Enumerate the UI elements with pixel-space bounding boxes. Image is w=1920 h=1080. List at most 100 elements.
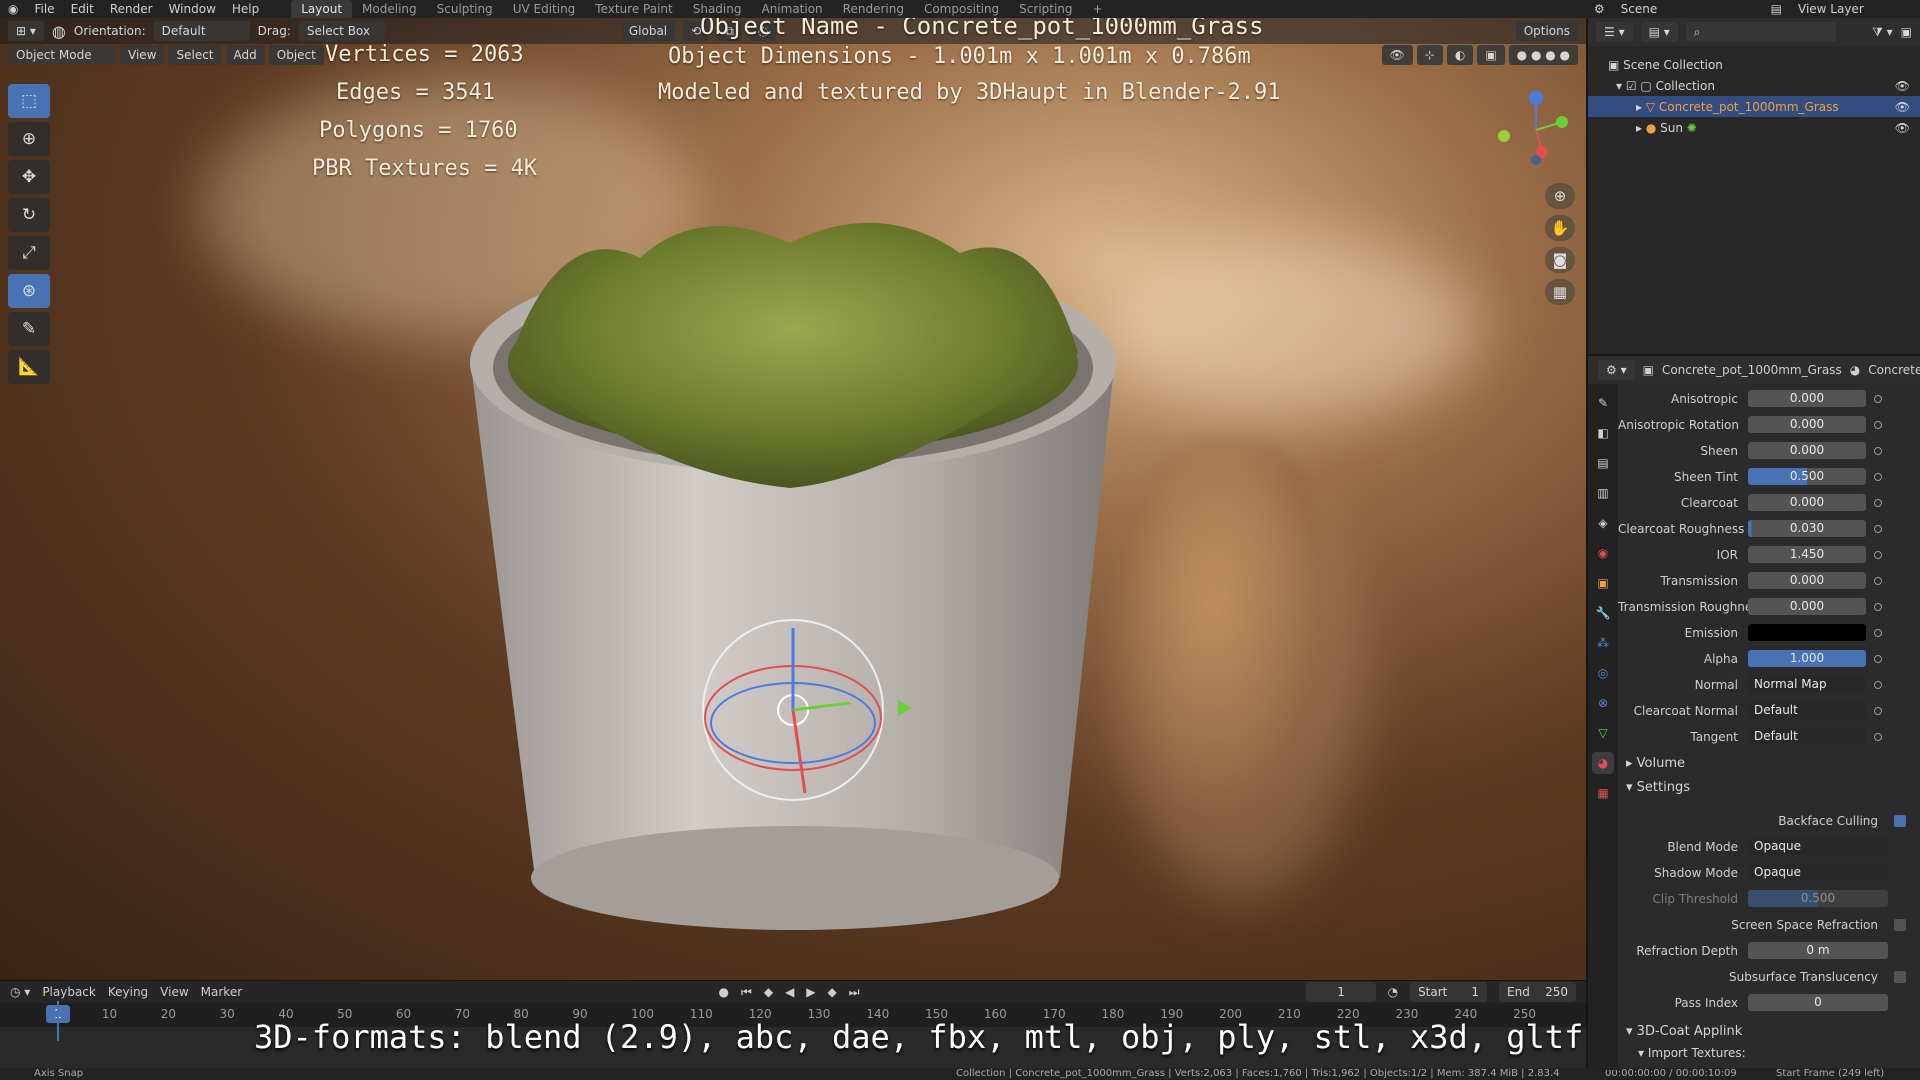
view-layer-tab-icon[interactable]: ▥ [1592,482,1614,504]
measure-icon[interactable]: 📐 [8,350,50,384]
jump-start-icon[interactable]: ⏮ [741,985,752,1000]
link-socket-icon[interactable] [1874,446,1882,455]
tab-rendering[interactable]: Rendering [833,0,914,18]
menu-add[interactable]: Add [225,45,265,65]
link-socket-icon[interactable] [1874,654,1882,663]
gizmo-toggle-icon[interactable]: ⊹ [1416,45,1443,65]
prev-key-icon[interactable]: ◆ [764,985,773,999]
outliner-search-icon[interactable]: ⌕ [1685,22,1836,42]
tab-modeling[interactable]: Modeling [352,0,427,18]
ssr-checkbox[interactable] [1894,918,1906,931]
camera-icon[interactable]: ◙ [1545,247,1575,273]
menu-view[interactable]: View [120,45,165,65]
prop-value[interactable]: 0.500 [1748,468,1866,485]
view-layer-name[interactable]: View Layer [1790,0,1920,18]
scene-tab-icon[interactable]: ◈ [1592,512,1614,534]
pan-hand-icon[interactable]: ✋ [1545,215,1575,241]
transform-space-dropdown[interactable]: Global [620,21,676,41]
expand-arrow-icon[interactable]: ▸ [1636,121,1646,135]
filter-icon[interactable]: ⧩ ▾ [1872,25,1893,40]
clip-threshold-field[interactable]: 0.500 [1748,890,1888,907]
link-socket-icon[interactable] [1874,394,1882,403]
link-socket-icon[interactable] [1874,732,1882,741]
view-layer-icon[interactable]: ▤ [1763,0,1790,18]
visibility-icon[interactable]: 👁 [1381,45,1413,65]
tab-layout[interactable]: Layout [291,0,353,18]
new-collection-icon[interactable]: ▣ [1901,25,1912,39]
prop-value[interactable]: Default [1748,702,1866,719]
backface-culling-checkbox[interactable] [1894,814,1906,827]
section-import-textures[interactable]: ▾ Import Textures: [1638,1046,1746,1060]
tab-texture-paint[interactable]: Texture Paint [585,0,682,18]
blender-logo-icon[interactable]: ◉ [0,0,26,18]
constraints-tab-icon[interactable]: ⊗ [1592,692,1614,714]
next-key-icon[interactable]: ◆ [828,985,837,999]
prop-value[interactable]: Normal Map [1748,676,1866,693]
start-frame-field[interactable]: Start 1 [1410,982,1488,1002]
particles-tab-icon[interactable]: ⁂ [1592,632,1614,654]
move-icon[interactable]: ✥ [8,160,50,194]
tab-shading[interactable]: Shading [683,0,752,18]
checkbox-icon[interactable]: ☑ [1626,79,1641,93]
world-tab-icon[interactable]: ◉ [1592,542,1614,564]
play-icon[interactable]: ▶ [806,985,815,999]
options-dropdown[interactable]: Options [1515,21,1578,41]
tab-uv-editing[interactable]: UV Editing [503,0,586,18]
section-volume[interactable]: ▸ Volume [1626,756,1685,771]
outliner-editor-icon[interactable]: ☰ ▾ [1596,22,1633,42]
expand-arrow-icon[interactable]: ▸ [1636,100,1646,114]
sss-checkbox[interactable] [1894,970,1906,983]
link-socket-icon[interactable] [1874,472,1882,481]
link-socket-icon[interactable] [1874,576,1882,585]
link-socket-icon[interactable] [1874,524,1882,533]
menu-edit[interactable]: Edit [63,0,102,18]
link-socket-icon[interactable] [1874,498,1882,507]
tool-tab-icon[interactable]: ✎ [1592,392,1614,414]
link-socket-icon[interactable] [1874,628,1882,637]
output-tab-icon[interactable]: ▤ [1592,452,1614,474]
scene-name[interactable]: Scene [1613,0,1763,18]
prop-value[interactable]: 0.000 [1748,442,1866,459]
outliner-row-collection[interactable]: ▾ ☑ ▢ Collection 👁 [1588,75,1920,96]
menu-window[interactable]: Window [161,0,224,18]
outliner-row-sun[interactable]: ▸ ● Sun ✺ 👁 [1588,117,1920,138]
prop-value[interactable]: 0.000 [1748,598,1866,615]
cursor-icon[interactable]: ⊕ [8,122,50,156]
link-socket-icon[interactable] [1874,706,1882,715]
material-tab-icon[interactable]: ◕ [1592,752,1614,774]
physics-tab-icon[interactable]: ◎ [1592,662,1614,684]
expand-arrow-icon[interactable]: ▾ [1616,79,1626,93]
section-settings[interactable]: ▾ Settings [1626,780,1690,795]
add-workspace-icon[interactable]: + [1083,0,1113,18]
refraction-depth-field[interactable]: 0 m [1748,942,1888,959]
object-tab-icon[interactable]: ▣ [1592,572,1614,594]
menu-render[interactable]: Render [102,0,161,18]
xray-icon[interactable]: ▣ [1477,45,1505,65]
blend-mode-dropdown[interactable]: Opaque [1748,838,1888,855]
modifier-tab-icon[interactable]: 🔧 [1592,602,1614,624]
link-socket-icon[interactable] [1874,420,1882,429]
menu-keying[interactable]: Keying [108,985,148,999]
properties-editor-icon[interactable]: ⚙ ▾ [1598,360,1635,380]
texture-tab-icon[interactable]: ▦ [1592,782,1614,804]
data-tab-icon[interactable]: ▽ [1592,722,1614,744]
menu-object[interactable]: Object [268,45,324,65]
display-mode-icon[interactable]: ▤ ▾ [1640,22,1678,42]
pass-index-field[interactable]: 0 [1748,994,1888,1011]
clock-icon[interactable]: ◷ ▾ [10,985,30,999]
link-socket-icon[interactable] [1874,550,1882,559]
eye-icon[interactable]: 👁 [1895,79,1920,93]
tab-scripting[interactable]: Scripting [1009,0,1082,18]
menu-playback[interactable]: Playback [42,985,96,999]
tab-sculpting[interactable]: Sculpting [427,0,503,18]
select-box-icon[interactable]: ⬚ [8,84,50,118]
concrete-pot-object[interactable] [0,18,1586,980]
transform-gizmo[interactable] [700,608,920,818]
prop-value[interactable]: 0.000 [1748,390,1866,407]
eye-icon[interactable]: 👁 [1895,121,1920,135]
emission-color-swatch[interactable] [1748,624,1866,641]
prop-value[interactable]: 0.000 [1748,416,1866,433]
prop-value[interactable]: 0.000 [1748,572,1866,589]
section-3dcoat[interactable]: ▾ 3D-Coat Applink [1626,1024,1742,1039]
mode-dropdown[interactable]: Object Mode [8,45,116,65]
